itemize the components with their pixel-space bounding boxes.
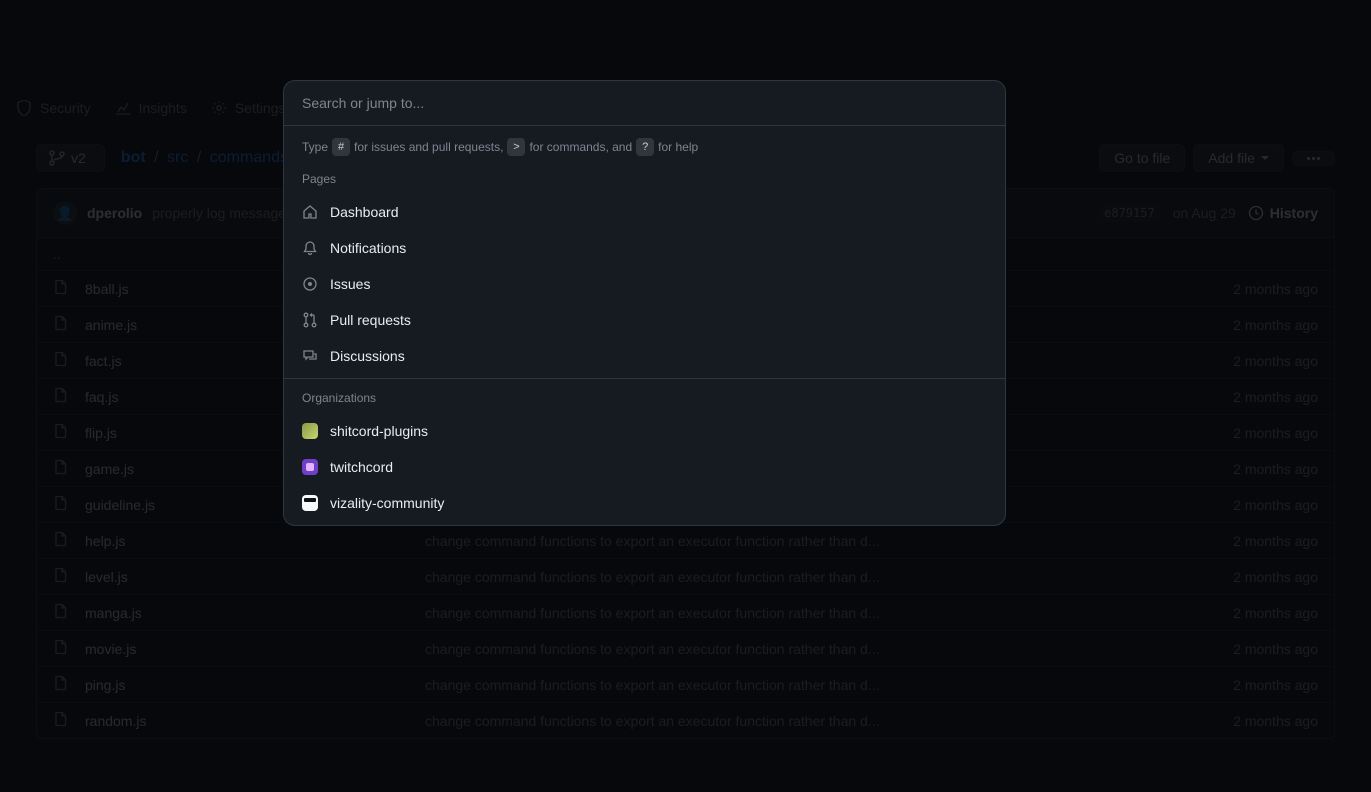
org-avatar	[302, 495, 318, 511]
org-twitchcord[interactable]: twitchcord	[284, 449, 1005, 485]
divider	[284, 378, 1005, 379]
org-avatar	[302, 459, 318, 475]
org-vizality-community[interactable]: vizality-community	[284, 485, 1005, 525]
bell-icon	[302, 240, 318, 256]
org-avatar	[302, 423, 318, 439]
section-pages: Pages	[284, 164, 1005, 194]
issue-icon	[302, 276, 318, 292]
kbd-gt: >	[507, 138, 525, 156]
menu-pull-requests[interactable]: Pull requests	[284, 302, 1005, 338]
pull-request-icon	[302, 312, 318, 328]
menu-dashboard[interactable]: Dashboard	[284, 194, 1005, 230]
menu-discussions[interactable]: Discussions	[284, 338, 1005, 374]
home-icon	[302, 204, 318, 220]
org-shitcord-plugins[interactable]: shitcord-plugins	[284, 413, 1005, 449]
section-organizations: Organizations	[284, 383, 1005, 413]
kbd-hash: #	[332, 138, 350, 156]
kbd-question: ?	[636, 138, 654, 156]
menu-notifications[interactable]: Notifications	[284, 230, 1005, 266]
hint-row: Type # for issues and pull requests, > f…	[284, 126, 1005, 164]
command-palette: Type # for issues and pull requests, > f…	[283, 80, 1006, 526]
search-input[interactable]	[284, 81, 1005, 126]
discussion-icon	[302, 348, 318, 364]
menu-issues[interactable]: Issues	[284, 266, 1005, 302]
